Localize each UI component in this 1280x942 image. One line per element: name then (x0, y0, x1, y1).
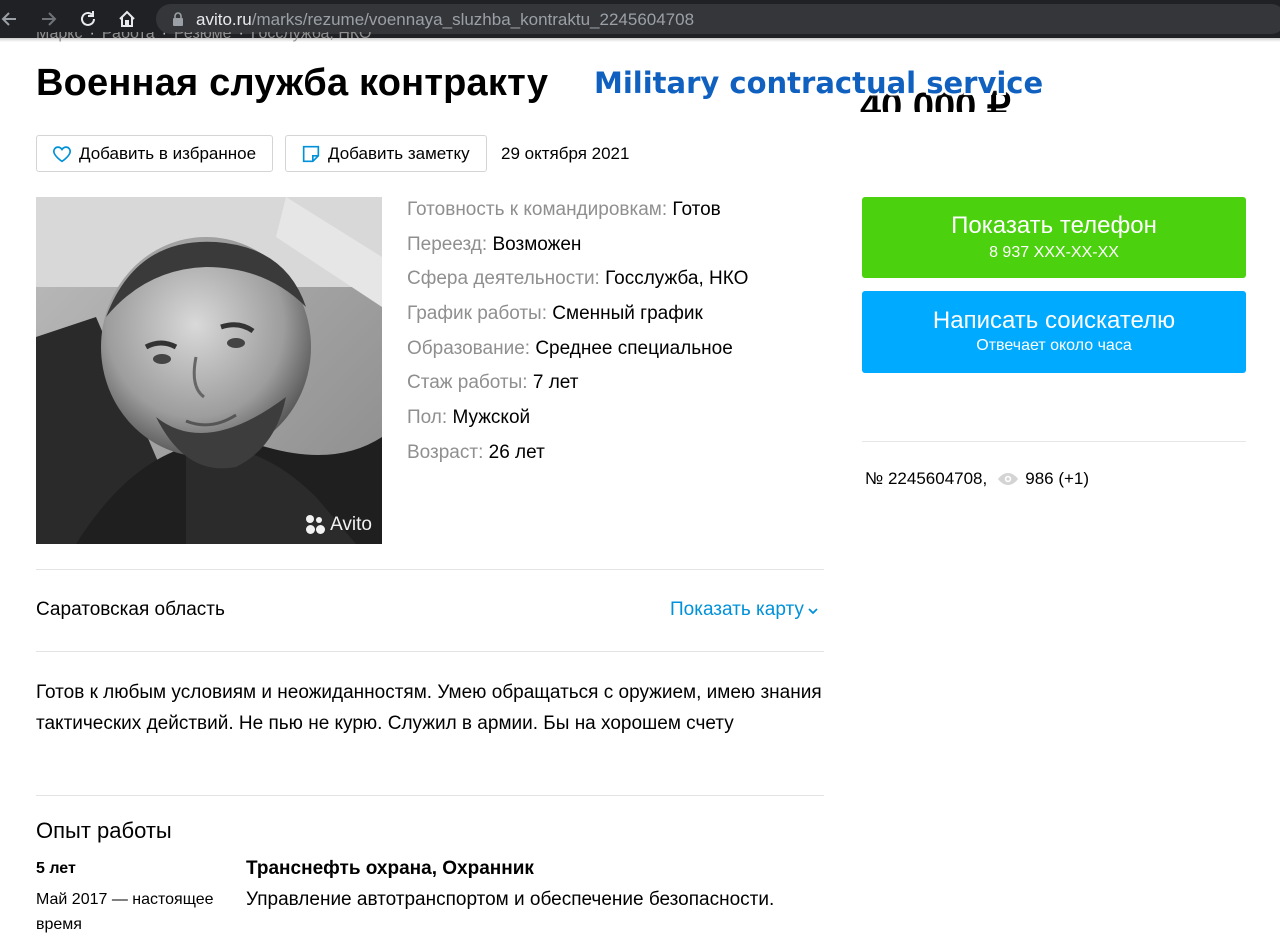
avito-watermark: Avito (306, 514, 372, 536)
add-to-favorites-button[interactable]: Добавить в избранное (36, 135, 273, 172)
param-key: Возраст: (407, 441, 484, 463)
param-key: Пол: (407, 407, 448, 429)
experience-company: Транснефть охрана, Охранник (246, 858, 534, 879)
lock-icon (173, 12, 183, 26)
breadcrumb-item[interactable]: Резюме (174, 32, 232, 42)
chevron-down-icon (808, 608, 818, 615)
breadcrumb-item[interactable]: Маркс (36, 32, 82, 42)
show-map-link[interactable]: Показать карту (670, 599, 819, 621)
param-value: 26 лет (488, 441, 545, 463)
divider (36, 569, 824, 570)
param-value: Госслужба, НКО (605, 268, 749, 290)
experience-duties: Управление автотранспортом и обеспечение… (246, 889, 775, 910)
experience-duration: 5 лет (36, 860, 76, 877)
divider (36, 795, 824, 796)
param-key: Сфера деятельности: (407, 268, 600, 290)
show-phone-button[interactable]: Показать телефон 8 937 XXX-XX-XX (862, 197, 1246, 278)
avito-logo-icon (306, 515, 326, 535)
show-phone-label: Показать телефон (951, 212, 1157, 239)
eye-icon (998, 473, 1019, 485)
divider (36, 651, 824, 652)
note-icon (302, 145, 320, 162)
breadcrumb-separator: · (238, 32, 244, 42)
show-map-label: Показать карту (670, 599, 804, 620)
reload-icon[interactable] (75, 6, 101, 32)
ad-meta: № 2245604708, 986 (+1) (865, 469, 1089, 489)
response-time: Отвечает около часа (976, 337, 1132, 354)
breadcrumb-item[interactable]: Госслужба, НКО (251, 32, 372, 42)
param-row: График работы: Сменный график (407, 303, 748, 338)
view-count: 986 (+1) (1025, 469, 1090, 488)
address-bar[interactable]: avito.ru/marks/rezume/voennaya_sluzhba_k… (156, 4, 1280, 34)
param-row: Сфера деятельности: Госслужба, НКО (407, 268, 748, 303)
person-photo (36, 197, 382, 544)
message-label: Написать соискателю (932, 307, 1176, 334)
param-key: Переезд: (407, 233, 488, 255)
param-key: Стаж работы: (407, 372, 528, 394)
param-row: Пол: Мужской (407, 407, 748, 442)
watermark-text: Avito (330, 514, 372, 535)
param-value: Готов (672, 199, 721, 220)
param-value: Среднее специальное (535, 337, 733, 359)
breadcrumb: Маркс · Работа · Резюме · Госслужба, НКО (36, 32, 371, 44)
message-applicant-button[interactable]: Написать соискателю Отвечает около часа (862, 291, 1246, 373)
resume-description: Готов к любым условиям и неожиданностям.… (36, 682, 822, 734)
masked-phone: 8 937 XXX-XX-XX (989, 244, 1119, 261)
resume-photo[interactable]: Avito (36, 197, 382, 544)
param-value: 7 лет (532, 372, 579, 394)
favorite-label: Добавить в избранное (79, 143, 257, 163)
breadcrumb-item[interactable]: Работа (102, 32, 155, 42)
param-key: График работы: (407, 303, 547, 325)
resume-params: Готовность к командировкам: Готов Переез… (407, 199, 748, 477)
sidebar-divider (862, 441, 1246, 442)
param-key: Образование: (407, 337, 531, 359)
param-value: Возможен (492, 233, 582, 255)
breadcrumb-separator: · (89, 32, 95, 42)
ad-number: № 2245604708, (865, 469, 988, 488)
param-value: Сменный график (552, 303, 703, 325)
param-row: Переезд: Возможен (407, 234, 748, 269)
back-arrow-icon[interactable] (0, 6, 22, 32)
translation-caption: Military contractual service (594, 66, 1044, 100)
param-row: Стаж работы: 7 лет (407, 372, 748, 407)
experience-period: Май 2017 — настоящее время (36, 891, 214, 933)
breadcrumb-separator: · (161, 32, 167, 42)
region: Саратовская область (36, 599, 225, 620)
add-note-button[interactable]: Добавить заметку (285, 135, 487, 172)
page-title: Военная служба контракту (36, 62, 549, 104)
heart-icon (53, 145, 71, 162)
publish-date: 29 октября 2021 (501, 144, 630, 163)
home-icon[interactable] (114, 6, 140, 32)
param-key: Готовность к командировкам: (407, 199, 668, 220)
forward-arrow-icon[interactable] (36, 6, 62, 32)
param-row: Возраст: 26 лет (407, 442, 748, 477)
param-row: Готовность к командировкам: Готов (407, 199, 748, 234)
experience-section-title: Опыт работы (36, 818, 172, 843)
param-row: Образование: Среднее специальное (407, 338, 748, 373)
url-text: avito.ru/marks/rezume/voennaya_sluzhba_k… (196, 10, 695, 29)
note-label: Добавить заметку (328, 143, 470, 163)
param-value: Мужской (452, 407, 531, 429)
